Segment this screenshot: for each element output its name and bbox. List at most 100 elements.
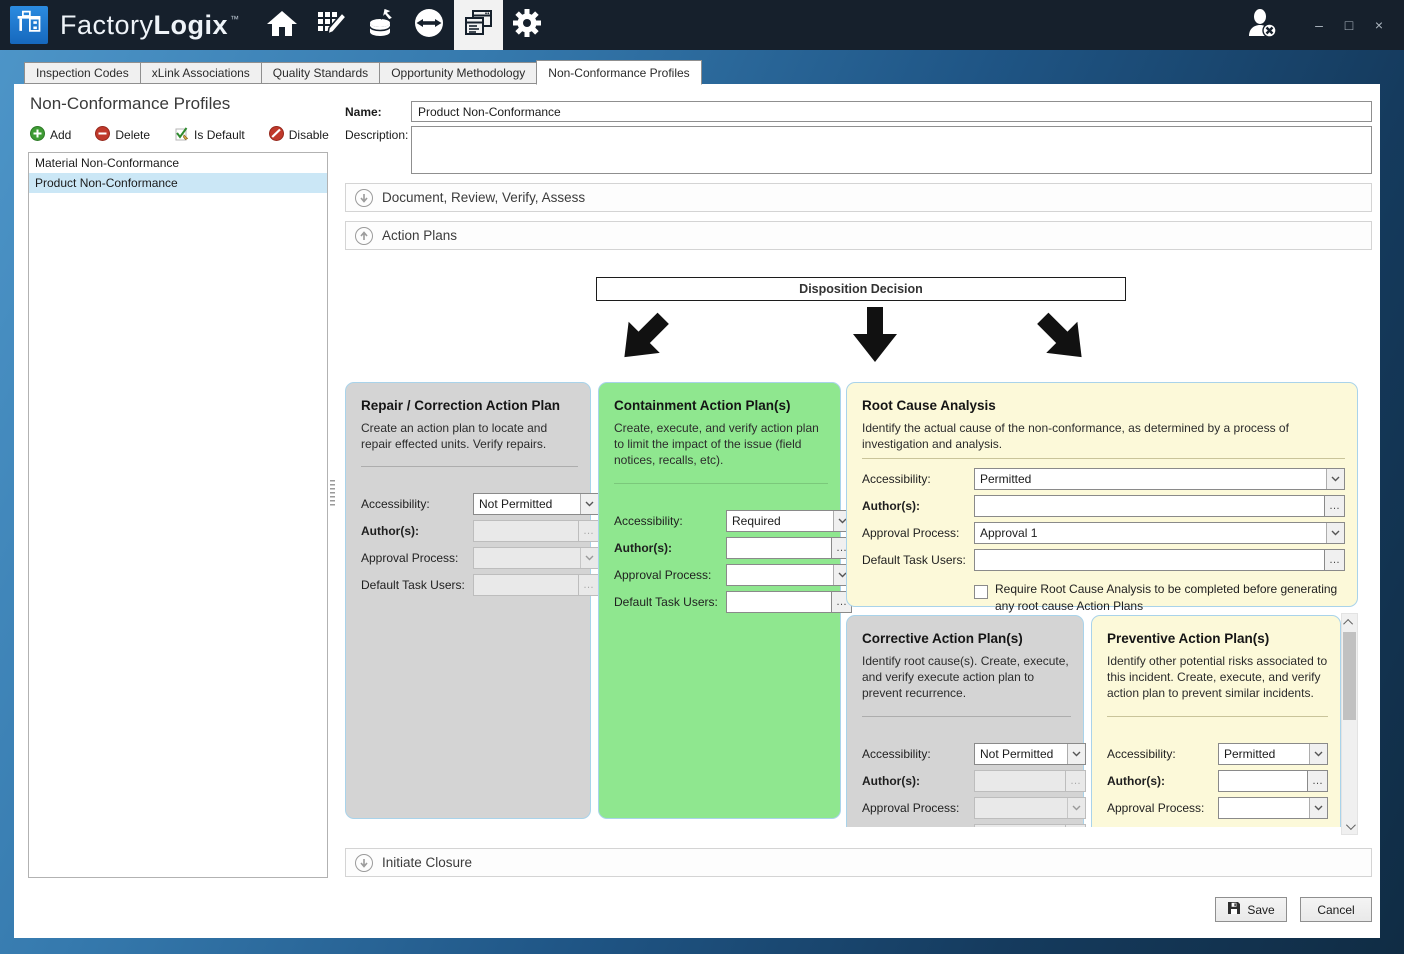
- containment-approval-value: [727, 565, 833, 585]
- preventive-authors-input[interactable]: [1218, 770, 1307, 792]
- vertical-scrollbar[interactable]: [1341, 613, 1358, 835]
- action-plan-panels: Repair / Correction Action Plan Create a…: [345, 382, 1372, 827]
- divider: [614, 483, 828, 484]
- root-cause-accessibility-select[interactable]: Permitted: [974, 468, 1345, 490]
- panel-splitter-handle[interactable]: [330, 480, 335, 506]
- containment-approval-select[interactable]: [726, 564, 852, 586]
- corrective-accessibility-select[interactable]: Not Permitted: [974, 743, 1086, 765]
- tab-opportunity-methodology[interactable]: Opportunity Methodology: [379, 62, 536, 84]
- flow-arrows: [345, 305, 1372, 369]
- profiles-toolbar: Add Delete Is Default Disable: [30, 126, 329, 144]
- nav-data-import[interactable]: [356, 0, 405, 50]
- ellipsis-button[interactable]: …: [1324, 495, 1345, 517]
- ellipsis-button[interactable]: …: [1324, 549, 1345, 571]
- root-cause-authors-input[interactable]: [974, 495, 1324, 517]
- delete-button[interactable]: Delete: [95, 126, 150, 144]
- ellipsis-button: …: [1065, 770, 1086, 792]
- add-button[interactable]: Add: [30, 126, 71, 144]
- divider: [862, 716, 1071, 717]
- arrow-down-right-icon: [1026, 302, 1103, 379]
- root-cause-authors-field[interactable]: …: [974, 495, 1345, 517]
- approval-process-label: Approval Process:: [862, 526, 974, 540]
- containment-default-users-field[interactable]: …: [726, 591, 852, 613]
- nav-transfer[interactable]: [405, 0, 454, 50]
- repair-accessibility-select[interactable]: Not Permitted: [473, 493, 599, 515]
- brand-trademark: ™: [230, 14, 240, 24]
- description-input[interactable]: [411, 126, 1372, 174]
- section-initiate-closure[interactable]: Initiate Closure: [345, 848, 1372, 877]
- name-label: Name:: [345, 105, 411, 119]
- nav-documents-active[interactable]: [454, 0, 503, 50]
- maximize-button[interactable]: □: [1336, 14, 1362, 36]
- chevron-down-icon: [580, 494, 598, 514]
- delete-minus-icon: [95, 126, 110, 144]
- repair-accessibility-row: Accessibility: Not Permitted: [361, 493, 578, 515]
- root-cause-default-users-input[interactable]: [974, 549, 1324, 571]
- default-task-users-label: Default Task Users:: [614, 595, 726, 609]
- disable-button[interactable]: Disable: [269, 126, 329, 144]
- nav-home[interactable]: [258, 0, 307, 50]
- logout-user-button[interactable]: [1246, 8, 1280, 43]
- corrective-panel-title: Corrective Action Plan(s): [862, 631, 1071, 646]
- cancel-label: Cancel: [1317, 903, 1354, 917]
- containment-panel: Containment Action Plan(s) Create, execu…: [598, 382, 841, 819]
- save-disk-icon: [1227, 901, 1241, 918]
- corrective-panel-description: Identify root cause(s). Create, execute,…: [862, 653, 1071, 702]
- root-cause-approval-row: Approval Process: Approval 1: [862, 522, 1345, 544]
- scroll-down-icon[interactable]: [1342, 818, 1357, 834]
- containment-authors-row: Author(s): …: [614, 537, 828, 559]
- description-label: Description:: [345, 126, 411, 142]
- titlebar-right-controls: – □ ×: [1246, 8, 1392, 43]
- close-button[interactable]: ×: [1366, 14, 1392, 36]
- authors-label: Author(s):: [1107, 774, 1207, 788]
- preventive-authors-field[interactable]: …: [1218, 770, 1328, 792]
- list-item-material-non-conformance[interactable]: Material Non-Conformance: [29, 153, 327, 173]
- title-bar: FactoryLogix™: [0, 0, 1404, 50]
- root-cause-default-users-field[interactable]: …: [974, 549, 1345, 571]
- root-cause-panel-description: Identify the actual cause of the non-con…: [862, 420, 1345, 452]
- section-document-review-label: Document, Review, Verify, Assess: [382, 190, 585, 205]
- containment-authors-input[interactable]: [726, 537, 831, 559]
- preventive-approval-select[interactable]: [1218, 797, 1328, 819]
- section-document-review[interactable]: Document, Review, Verify, Assess: [345, 183, 1372, 212]
- corrective-authors-row: Author(s): …: [862, 770, 1071, 792]
- preventive-approval-row: Approval Process:: [1107, 797, 1328, 819]
- containment-approval-row: Approval Process:: [614, 564, 828, 586]
- default-task-users-label: Default Task Users:: [862, 553, 974, 567]
- section-initiate-closure-label: Initiate Closure: [382, 855, 472, 870]
- scroll-up-icon[interactable]: [1342, 614, 1357, 630]
- preventive-panel: Preventive Action Plan(s) Identify other…: [1091, 615, 1341, 827]
- minimize-button[interactable]: –: [1306, 14, 1332, 36]
- page-title: Non-Conformance Profiles: [30, 94, 230, 114]
- preventive-accessibility-select[interactable]: Permitted: [1218, 743, 1328, 765]
- tab-inspection-codes[interactable]: Inspection Codes: [24, 62, 140, 84]
- save-button[interactable]: Save: [1215, 897, 1287, 922]
- scrollbar-thumb[interactable]: [1343, 632, 1356, 720]
- root-cause-approval-select[interactable]: Approval 1: [974, 522, 1345, 544]
- approval-process-label: Approval Process:: [361, 551, 473, 565]
- settings-gear-icon: [511, 7, 543, 44]
- preventive-approval-value: [1219, 798, 1309, 818]
- root-cause-panel: Root Cause Analysis Identify the actual …: [846, 382, 1358, 607]
- containment-accessibility-select[interactable]: Required: [726, 510, 852, 532]
- repair-accessibility-value: Not Permitted: [474, 494, 580, 514]
- nav-plan-editor[interactable]: [307, 0, 356, 50]
- tab-non-conformance-profiles[interactable]: Non-Conformance Profiles: [536, 60, 701, 85]
- ellipsis-button[interactable]: …: [1307, 770, 1328, 792]
- section-action-plans[interactable]: Action Plans: [345, 221, 1372, 250]
- expand-down-icon: [355, 189, 373, 207]
- containment-authors-field[interactable]: …: [726, 537, 852, 559]
- tab-xlink-associations[interactable]: xLink Associations: [140, 62, 261, 84]
- is-default-button[interactable]: Is Default: [174, 126, 245, 144]
- default-check-icon: [174, 126, 189, 144]
- tab-quality-standards[interactable]: Quality Standards: [261, 62, 379, 84]
- require-rca-checkbox[interactable]: [974, 585, 988, 599]
- preventive-accessibility-row: Accessibility: Permitted: [1107, 743, 1328, 765]
- nav-settings[interactable]: [503, 0, 552, 50]
- containment-default-users-input[interactable]: [726, 591, 831, 613]
- name-input[interactable]: Product Non-Conformance: [411, 101, 1372, 122]
- list-item-product-non-conformance[interactable]: Product Non-Conformance: [29, 173, 327, 193]
- cancel-button[interactable]: Cancel: [1300, 897, 1372, 922]
- corrective-default-users-input: [974, 824, 1065, 827]
- default-task-users-label: Default Task Users:: [361, 578, 473, 592]
